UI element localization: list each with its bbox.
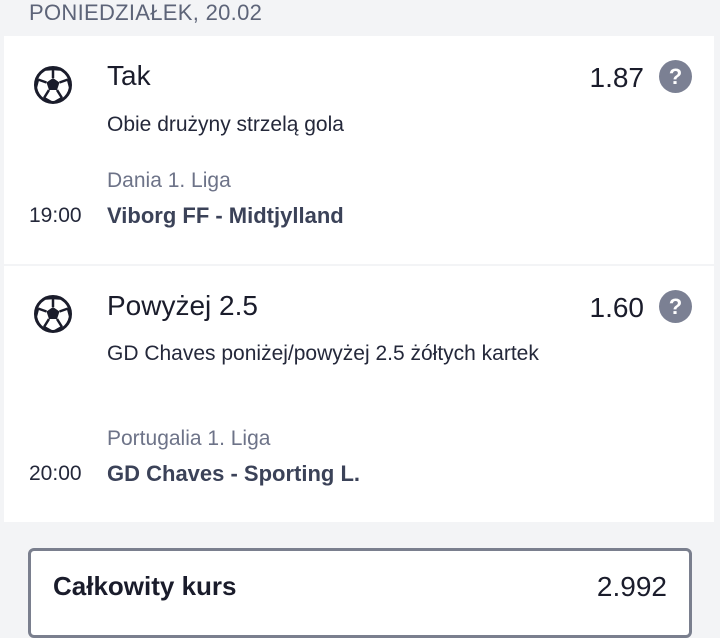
bet-card: Powyżej 2.5 1.60 ? GD Chaves poniżej/pow… [4,266,714,522]
total-odds-label: Całkowity kurs [53,571,237,601]
league-name: Dania 1. Liga [107,169,231,192]
match-time: 19:00 [29,204,82,227]
bet-card: Tak 1.87 ? Obie drużyny strzelą gola Dan… [4,36,714,264]
match-time: 20:00 [29,462,82,485]
match-teams[interactable]: Viborg FF - Midtjylland [107,203,344,229]
market-name: Obie drużyny strzelą gola [107,113,344,136]
total-odds-value: 2.992 [596,571,667,602]
selection-name: Powyżej 2.5 [107,290,258,321]
match-teams[interactable]: GD Chaves - Sporting L. [107,461,360,487]
soccer-ball-icon [34,295,72,333]
odds-value: 1.60 [589,292,645,323]
total-odds-box: Całkowity kurs 2.992 [28,548,692,638]
league-name: Portugalia 1. Liga [107,427,271,450]
date-header: PONIEDZIAŁEK, 20.02 [29,0,263,25]
soccer-ball-icon [34,66,72,104]
help-icon[interactable]: ? [659,290,692,323]
market-name: GD Chaves poniżej/powyżej 2.5 żółtych ka… [107,342,539,365]
odds-value: 1.87 [589,62,645,93]
help-icon[interactable]: ? [659,60,692,93]
selection-name: Tak [107,60,151,91]
